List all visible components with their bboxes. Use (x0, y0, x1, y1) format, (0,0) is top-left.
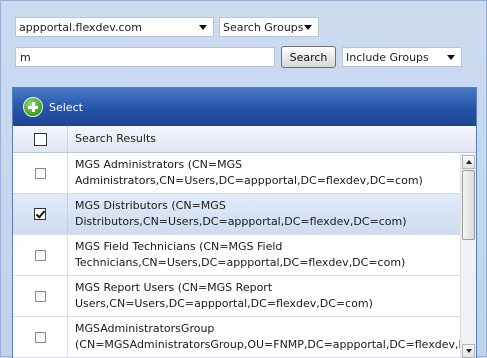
row-checkbox[interactable] (34, 249, 46, 261)
vertical-scrollbar[interactable] (460, 154, 476, 358)
row-text: MGS Administrators (CN=MGS Administrator… (75, 157, 457, 189)
table-row[interactable]: MGS Field Technicians (CN=MGS Field Tech… (13, 235, 461, 276)
row-line-1: MGSAdministratorsGroup (75, 322, 215, 335)
results-list: MGS Administrators (CN=MGS Administrator… (13, 153, 477, 358)
select-button-label: Select (49, 100, 83, 114)
scope-dropdown-value: Search Groups (223, 20, 304, 34)
select-button[interactable]: Select (23, 97, 83, 117)
row-line-1: MGS Report Users (CN=MGS Report (75, 281, 273, 294)
grid-header: Search Results (13, 126, 476, 153)
row-line-2: Technicians,CN=Users,DC=appportal,DC=fle… (75, 256, 406, 269)
domain-dropdown-value: appportal.flexdev.com (19, 20, 142, 34)
select-all-cell (13, 126, 68, 152)
row-text: MGS Distributors (CN=MGS Distributors,CN… (75, 198, 457, 230)
arrow-down-icon (465, 349, 472, 353)
row-text: MGS Report Users (CN=MGS Report Users,CN… (75, 280, 457, 312)
chevron-down-icon (304, 24, 312, 30)
include-groups-dropdown-value: Include Groups (346, 50, 429, 64)
grid-toolbar: Select (13, 88, 476, 126)
results-grid: Select Search Results MGS Administrators… (12, 87, 477, 358)
chevron-down-icon (199, 24, 207, 30)
table-row[interactable]: MGSAdministratorsGroup (CN=MGSAdministra… (13, 317, 477, 358)
table-row[interactable]: MGS Administrators (CN=MGS Administrator… (13, 153, 461, 194)
scope-dropdown[interactable]: Search Groups (219, 17, 319, 37)
table-row[interactable]: MGS Distributors (CN=MGS Distributors,CN… (13, 194, 461, 235)
row-line-1: MGS Distributors (CN=MGS (75, 199, 226, 212)
domain-dropdown[interactable]: appportal.flexdev.com (15, 17, 214, 37)
row-text: MGSAdministratorsGroup (CN=MGSAdministra… (75, 321, 477, 353)
row-checkbox[interactable] (34, 167, 46, 179)
row-line-2: Distributors,CN=Users,DC=appportal,DC=fl… (75, 215, 407, 228)
row-line-2: Users,CN=Users,DC=appportal,DC=flexdev,D… (75, 297, 373, 310)
row-text: MGS Field Technicians (CN=MGS Field Tech… (75, 239, 457, 271)
search-results-column-header[interactable]: Search Results (75, 126, 156, 152)
search-button[interactable]: Search (281, 46, 336, 68)
row-line-1: MGS Administrators (CN=MGS (75, 158, 243, 171)
table-row[interactable]: MGS Report Users (CN=MGS Report Users,CN… (13, 276, 461, 317)
scroll-up-button[interactable] (462, 155, 475, 169)
row-checkbox[interactable] (34, 331, 46, 343)
search-input[interactable] (15, 47, 275, 67)
row-checkbox[interactable] (34, 208, 46, 220)
search-panel: appportal.flexdev.com Search Groups Sear… (0, 0, 487, 358)
add-circle-icon (23, 97, 43, 117)
row-line-2: Administrators,CN=Users,DC=appportal,DC=… (75, 174, 423, 187)
row-line-1: MGS Field Technicians (CN=MGS Field (75, 240, 283, 253)
chevron-down-icon (447, 54, 455, 60)
include-groups-dropdown[interactable]: Include Groups (342, 47, 462, 67)
select-all-checkbox[interactable] (33, 132, 47, 146)
arrow-up-icon (465, 160, 472, 164)
scrollbar-thumb[interactable] (462, 170, 475, 240)
scroll-down-button[interactable] (462, 344, 475, 358)
row-checkbox[interactable] (34, 290, 46, 302)
row-line-2: (CN=MGSAdministratorsGroup,OU=FNMP,DC=ap… (75, 338, 477, 351)
